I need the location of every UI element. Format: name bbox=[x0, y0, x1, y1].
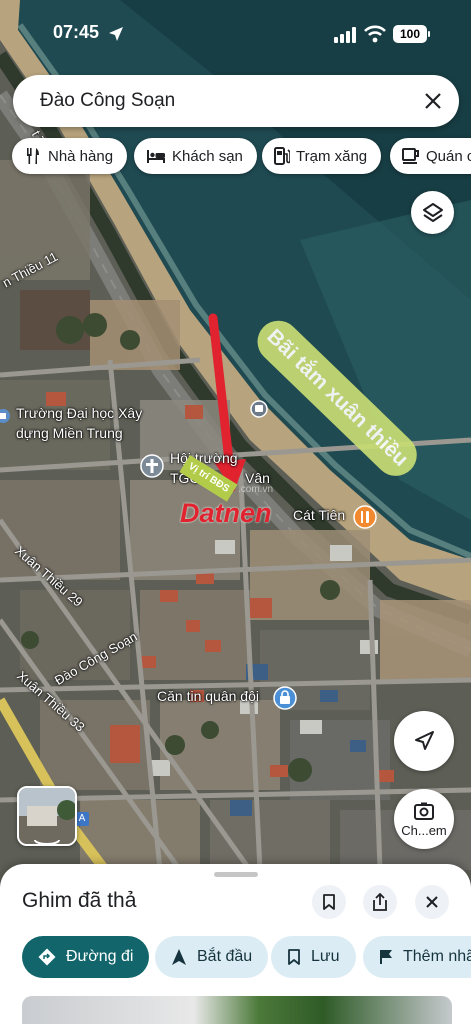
add-label-label: Thêm nhã bbox=[403, 948, 471, 965]
search-input[interactable]: Đào Công Soạn bbox=[40, 90, 175, 112]
save-label: Lưu bbox=[311, 948, 340, 965]
start-label: Bắt đầu bbox=[197, 948, 253, 965]
bus-stop-icon[interactable] bbox=[250, 400, 268, 418]
university-name-line1: Trường Đại học Xây bbox=[16, 405, 143, 421]
chip-gas-stations-label: Trạm xăng bbox=[296, 147, 368, 165]
status-bar: 07:45 100 bbox=[0, 0, 471, 64]
place-photo-preview[interactable] bbox=[22, 996, 452, 1024]
gas-station-icon bbox=[274, 147, 290, 165]
chip-cafes-label: Quán c bbox=[426, 147, 471, 165]
battery-icon: 100 bbox=[393, 25, 427, 43]
category-chips: Nhà hàng Khách sạn Trạm xăng Quán c bbox=[12, 138, 471, 174]
canteen-name: Căn tin quân đội bbox=[157, 688, 259, 704]
chip-restaurants-label: Nhà hàng bbox=[48, 147, 114, 165]
bookmark-icon bbox=[323, 894, 335, 910]
status-time: 07:45 bbox=[53, 22, 100, 42]
share-icon bbox=[373, 893, 387, 911]
directions-label: Đường đi bbox=[66, 948, 134, 965]
search-bar[interactable]: Đào Công Soạn bbox=[13, 75, 459, 127]
flag-icon bbox=[380, 950, 392, 964]
restaurant-pin-icon bbox=[353, 505, 377, 529]
chip-restaurants[interactable]: Nhà hàng bbox=[12, 138, 128, 174]
chip-gas-stations[interactable]: Trạm xăng bbox=[262, 138, 382, 174]
start-button[interactable]: Bắt đầu bbox=[155, 936, 269, 978]
directions-button[interactable]: Đường đi bbox=[22, 936, 150, 978]
location-arrow-icon bbox=[109, 27, 123, 41]
dropped-pin-sheet: Ghim đã thả Đường đi Bắt đầu Lưu Thêm nh… bbox=[0, 864, 471, 1024]
navigation-arrow-icon bbox=[415, 731, 434, 750]
save-icon-button[interactable] bbox=[312, 885, 346, 919]
church-icon bbox=[140, 454, 164, 478]
layers-icon bbox=[422, 202, 443, 222]
hotel-icon bbox=[147, 150, 165, 163]
close-icon bbox=[426, 896, 438, 908]
layers-button[interactable] bbox=[411, 191, 454, 234]
chip-hotels-label: Khách sạn bbox=[172, 147, 243, 165]
my-location-button[interactable] bbox=[394, 711, 454, 771]
watermark: Datnen .com.vn bbox=[180, 484, 273, 529]
save-button[interactable]: Lưu bbox=[271, 936, 356, 978]
sheet-drag-handle[interactable] bbox=[214, 872, 258, 877]
watermark-text: Datnen bbox=[180, 498, 272, 528]
battery-level: 100 bbox=[399, 27, 421, 41]
university-name-line2: dựng Miền Trung bbox=[16, 425, 123, 441]
cat-tien-name: Cát Tiên bbox=[293, 507, 346, 523]
street-view-image bbox=[19, 788, 75, 844]
street-view-thumbnail[interactable] bbox=[17, 786, 77, 846]
chip-cafes[interactable]: Quán c bbox=[390, 138, 471, 174]
lens-button[interactable]: Ch...em bbox=[394, 789, 454, 849]
cafe-icon bbox=[402, 148, 419, 164]
share-button[interactable] bbox=[363, 885, 397, 919]
restaurant-icon bbox=[27, 148, 39, 164]
watermark-sub: .com.vn bbox=[238, 484, 274, 495]
sheet-title: Ghim đã thả bbox=[22, 889, 137, 912]
directions-icon bbox=[38, 948, 56, 966]
bookmark-icon bbox=[288, 949, 300, 965]
close-sheet-button[interactable] bbox=[415, 885, 449, 919]
cellular-signal-icon bbox=[334, 27, 356, 43]
close-icon[interactable] bbox=[423, 91, 443, 111]
navigation-icon bbox=[172, 949, 186, 965]
transit-marker: A bbox=[75, 812, 89, 826]
camera-icon bbox=[414, 802, 434, 820]
shopping-pin-icon bbox=[273, 686, 297, 710]
add-label-button[interactable]: Thêm nhã bbox=[363, 936, 471, 978]
wifi-icon bbox=[364, 25, 386, 43]
school-icon bbox=[0, 409, 10, 423]
lens-label: Ch...em bbox=[401, 822, 447, 838]
battery-tip bbox=[428, 31, 430, 37]
chip-hotels[interactable]: Khách sạn bbox=[134, 138, 257, 174]
